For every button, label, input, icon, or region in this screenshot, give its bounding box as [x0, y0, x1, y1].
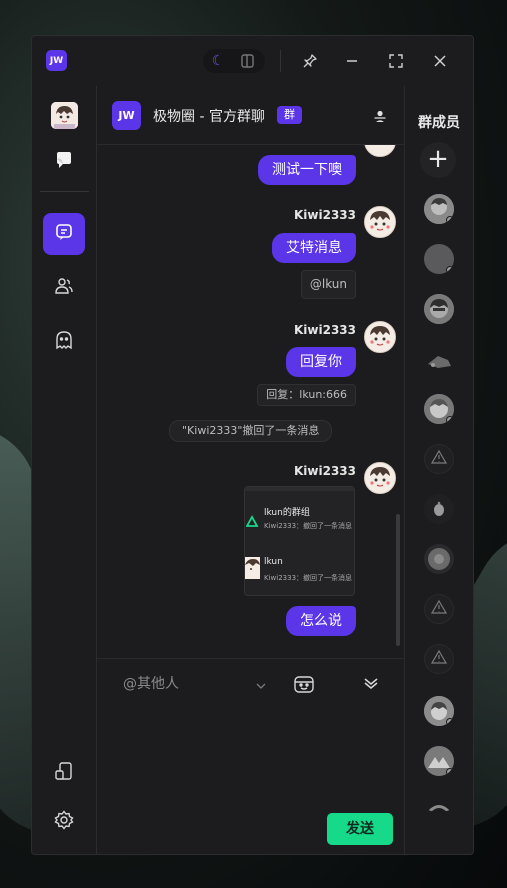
member-avatar[interactable]	[424, 594, 454, 624]
message-bubble[interactable]: 回复你	[286, 347, 356, 377]
card-row: lkun Kiwi2333：撤回了一条消息	[245, 557, 354, 597]
nav-ai-button[interactable]	[43, 321, 85, 363]
member-panel-title: 群成员	[418, 115, 460, 131]
member-avatar[interactable]	[424, 444, 454, 474]
left-navigation	[32, 86, 97, 854]
app-logo: JW	[46, 50, 67, 71]
chevron-down-icon[interactable]	[255, 677, 267, 689]
card-row-subtitle: Kiwi2333：撤回了一条消息	[264, 574, 353, 582]
member-avatar[interactable]	[424, 644, 454, 674]
sender-name: Kiwi2333	[293, 323, 356, 337]
message-bubble[interactable]: 艾特消息	[272, 233, 356, 263]
pin-icon[interactable]	[298, 49, 322, 73]
device-icon	[54, 761, 74, 785]
card-row-subtitle: Kiwi2333：撤回了一条消息	[264, 522, 353, 530]
message-list[interactable]: 测试一下噢 Kiwi2333 艾特消息 @lkun Kiwi2333 回复你 回…	[97, 145, 404, 658]
sender-name: Kiwi2333	[293, 464, 356, 478]
member-avatar[interactable]	[424, 394, 454, 424]
status-dot	[446, 768, 454, 776]
message-scrollbar[interactable]	[396, 514, 400, 646]
sender-avatar[interactable]	[364, 321, 396, 353]
sender-name: Kiwi2333	[293, 208, 356, 222]
member-panel: 群成员 +	[404, 86, 473, 854]
member-avatar[interactable]	[424, 544, 454, 574]
nav-settings-button[interactable]	[43, 801, 85, 843]
warning-icon	[430, 449, 448, 469]
card-row-title: lkun	[264, 557, 283, 567]
status-dot	[446, 416, 454, 424]
member-avatar[interactable]	[424, 244, 454, 274]
nav-friends-button[interactable]	[43, 267, 85, 309]
input-area[interactable]: @其他人 发送	[97, 658, 404, 854]
send-button[interactable]: 发送	[327, 813, 393, 845]
sun-icon[interactable]	[239, 52, 257, 70]
title-bar: JW ☾	[32, 36, 473, 86]
sender-avatar[interactable]	[364, 206, 396, 238]
status-dot	[446, 216, 454, 224]
gear-icon	[54, 810, 74, 834]
nav-divider	[40, 191, 89, 192]
status-dot	[446, 718, 454, 726]
mention-selector[interactable]: @其他人	[123, 673, 179, 693]
quoted-reference[interactable]: @lkun	[300, 270, 356, 299]
sender-avatar[interactable]	[364, 462, 396, 494]
chat-icon	[54, 222, 74, 246]
message-center-button[interactable]	[43, 141, 85, 183]
member-avatar[interactable]	[424, 798, 454, 812]
message-bubble[interactable]: 怎么说	[286, 606, 356, 636]
member-toggle-icon[interactable]	[373, 108, 387, 122]
nav-device-button[interactable]	[43, 752, 85, 794]
warning-icon	[430, 599, 448, 619]
member-avatar[interactable]	[424, 696, 454, 726]
message-bubble[interactable]: 测试一下噢	[258, 155, 356, 185]
chat-bubble-icon	[54, 150, 74, 174]
group-logo-icon	[245, 513, 260, 532]
member-avatar[interactable]	[424, 344, 454, 374]
member-avatar[interactable]	[424, 194, 454, 224]
emoji-icon[interactable]	[293, 674, 315, 694]
member-avatar[interactable]	[424, 494, 454, 524]
add-member-button[interactable]: +	[420, 142, 456, 178]
member-avatar[interactable]	[424, 746, 454, 776]
moon-icon[interactable]: ☾	[209, 52, 227, 70]
card-row-title: lkun的群组	[264, 508, 310, 518]
titlebar-divider	[280, 50, 281, 72]
nav-chat-button[interactable]	[43, 213, 85, 255]
group-badge: 群	[277, 106, 302, 124]
recall-notice: "Kiwi2333"撤回了一条消息	[169, 420, 333, 442]
warning-icon	[430, 649, 448, 669]
card-header	[245, 487, 354, 491]
avatar	[245, 557, 260, 579]
sender-avatar[interactable]	[364, 145, 396, 157]
member-avatar[interactable]	[424, 294, 454, 324]
card-row: lkun的群组 Kiwi2333：撤回了一条消息	[245, 505, 354, 545]
chat-header: JW 极物圈 - 官方群聊 群	[97, 86, 404, 145]
app-window: JW ☾ JW 极物圈 - 官方群聊 群 测试一下噢 Kiwi2333 艾特消息…	[31, 35, 474, 855]
friends-icon	[54, 276, 74, 300]
room-avatar: JW	[112, 101, 141, 130]
close-icon[interactable]	[428, 49, 452, 73]
ghost-icon	[54, 330, 74, 354]
maximize-icon[interactable]	[384, 49, 408, 73]
double-chevron-down-icon[interactable]	[363, 675, 379, 691]
room-title: 极物圈 - 官方群聊	[153, 109, 265, 125]
reply-reference[interactable]: 回复：lkun:666	[257, 384, 356, 406]
forwarded-card[interactable]: lkun的群组 Kiwi2333：撤回了一条消息 lkun Kiwi2333：撤…	[244, 486, 355, 596]
status-dot	[446, 266, 454, 274]
theme-toggle[interactable]: ☾	[203, 49, 265, 73]
minimize-icon[interactable]	[340, 49, 364, 73]
user-avatar[interactable]	[51, 102, 78, 129]
